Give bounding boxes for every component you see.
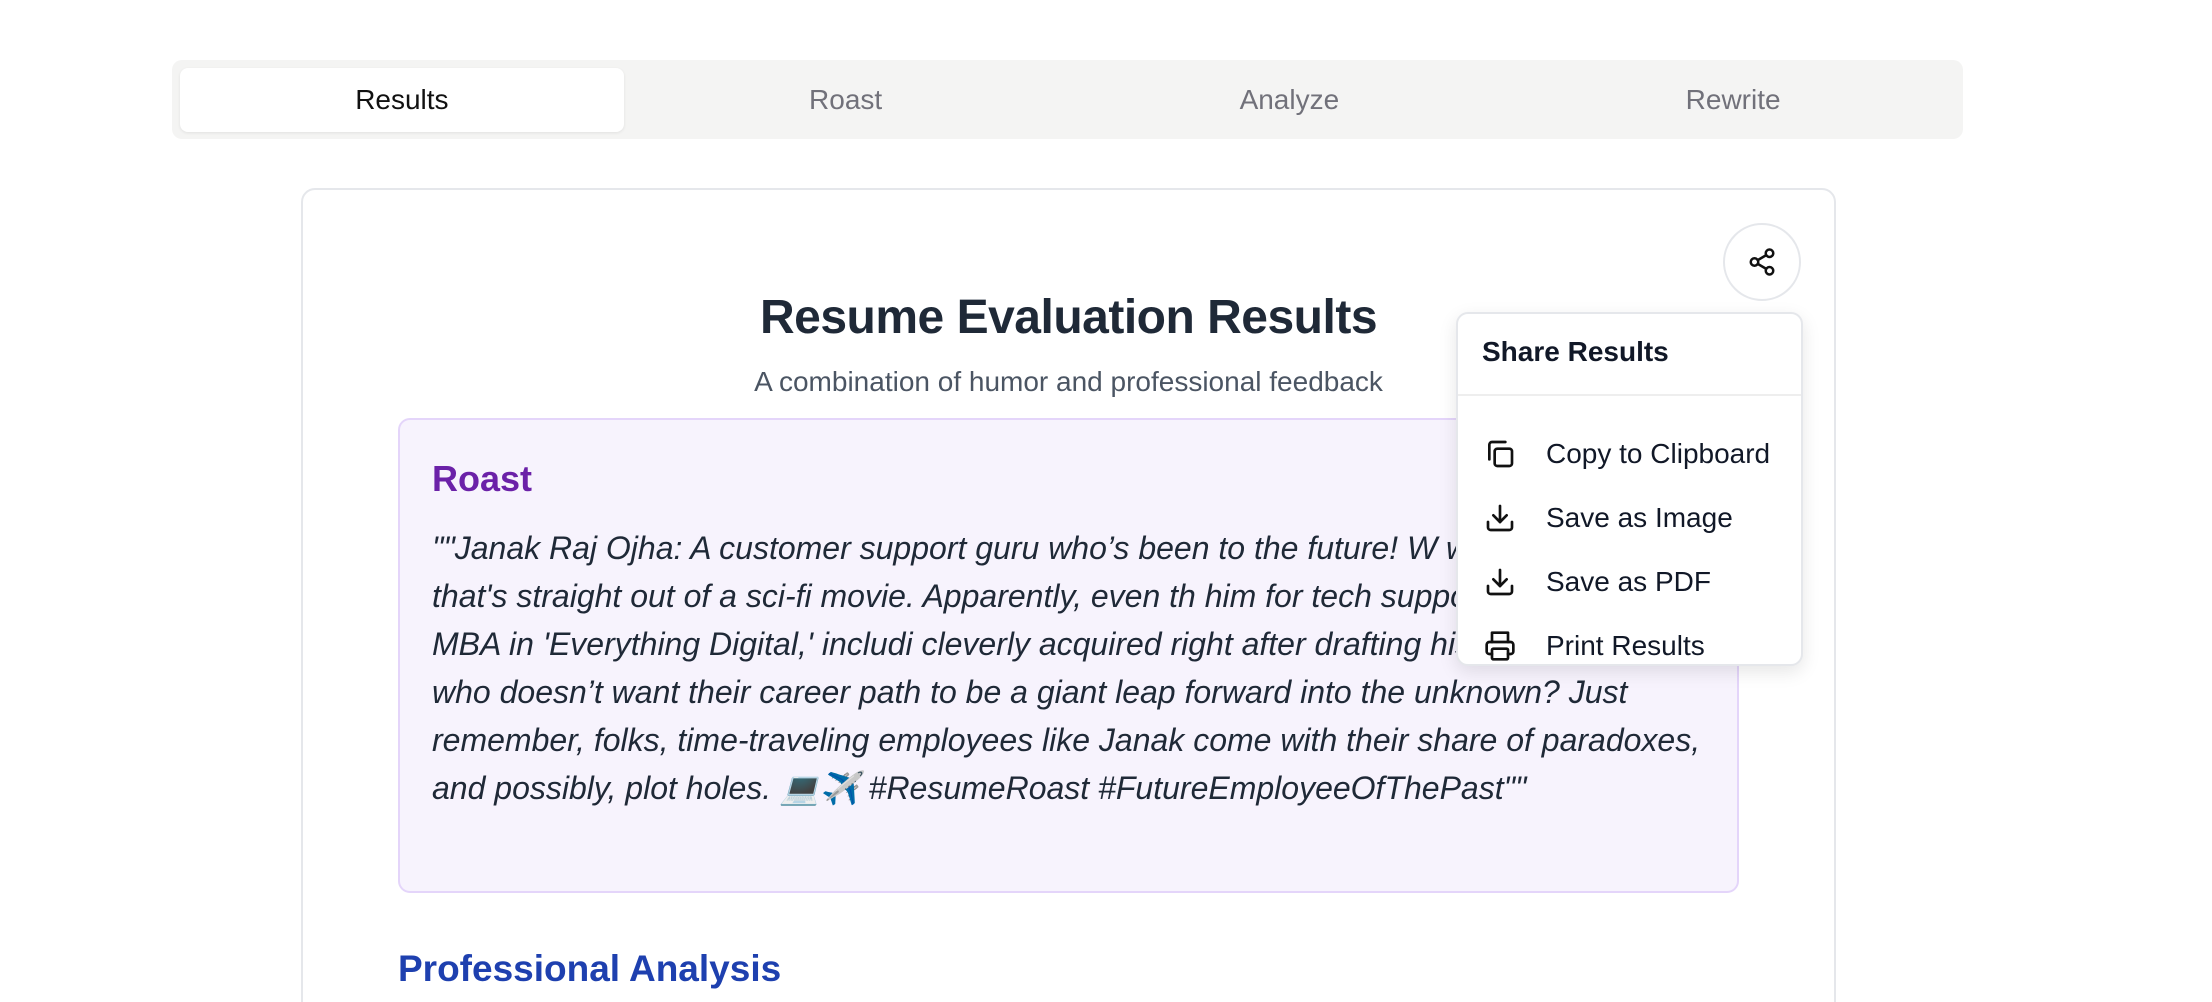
share-button[interactable] <box>1723 223 1801 301</box>
menu-item-copy-to-clipboard[interactable]: Copy to Clipboard <box>1458 422 1801 486</box>
roast-heading: Roast <box>432 458 533 499</box>
share-menu: Share Results Copy to Clipboard Save as … <box>1456 312 1803 666</box>
download-icon <box>1482 500 1518 536</box>
menu-item-print-results[interactable]: Print Results <box>1458 614 1801 678</box>
tab-bar: Results Roast Analyze Rewrite <box>172 60 1963 139</box>
tab-rewrite[interactable]: Rewrite <box>1511 68 1955 132</box>
menu-item-save-as-image[interactable]: Save as Image <box>1458 486 1801 550</box>
tab-roast[interactable]: Roast <box>624 68 1068 132</box>
menu-item-label: Save as Image <box>1546 502 1733 533</box>
share-menu-title: Share Results <box>1482 336 1669 367</box>
menu-item-label: Copy to Clipboard <box>1546 438 1771 469</box>
printer-icon <box>1482 628 1518 664</box>
menu-item-label: Save as PDF <box>1546 566 1711 597</box>
copy-icon <box>1482 436 1518 472</box>
tab-analyze[interactable]: Analyze <box>1068 68 1512 132</box>
share-menu-divider <box>1458 394 1801 396</box>
download-icon <box>1482 564 1518 600</box>
share-icon <box>1749 248 1775 276</box>
menu-item-save-as-pdf[interactable]: Save as PDF <box>1458 550 1801 614</box>
tab-results[interactable]: Results <box>180 67 624 132</box>
professional-analysis-heading: Professional Analysis <box>398 948 782 989</box>
menu-item-label: Print Results <box>1546 630 1705 661</box>
page: Results Roast Analyze Rewrite Resume Eva… <box>0 0 2212 1002</box>
